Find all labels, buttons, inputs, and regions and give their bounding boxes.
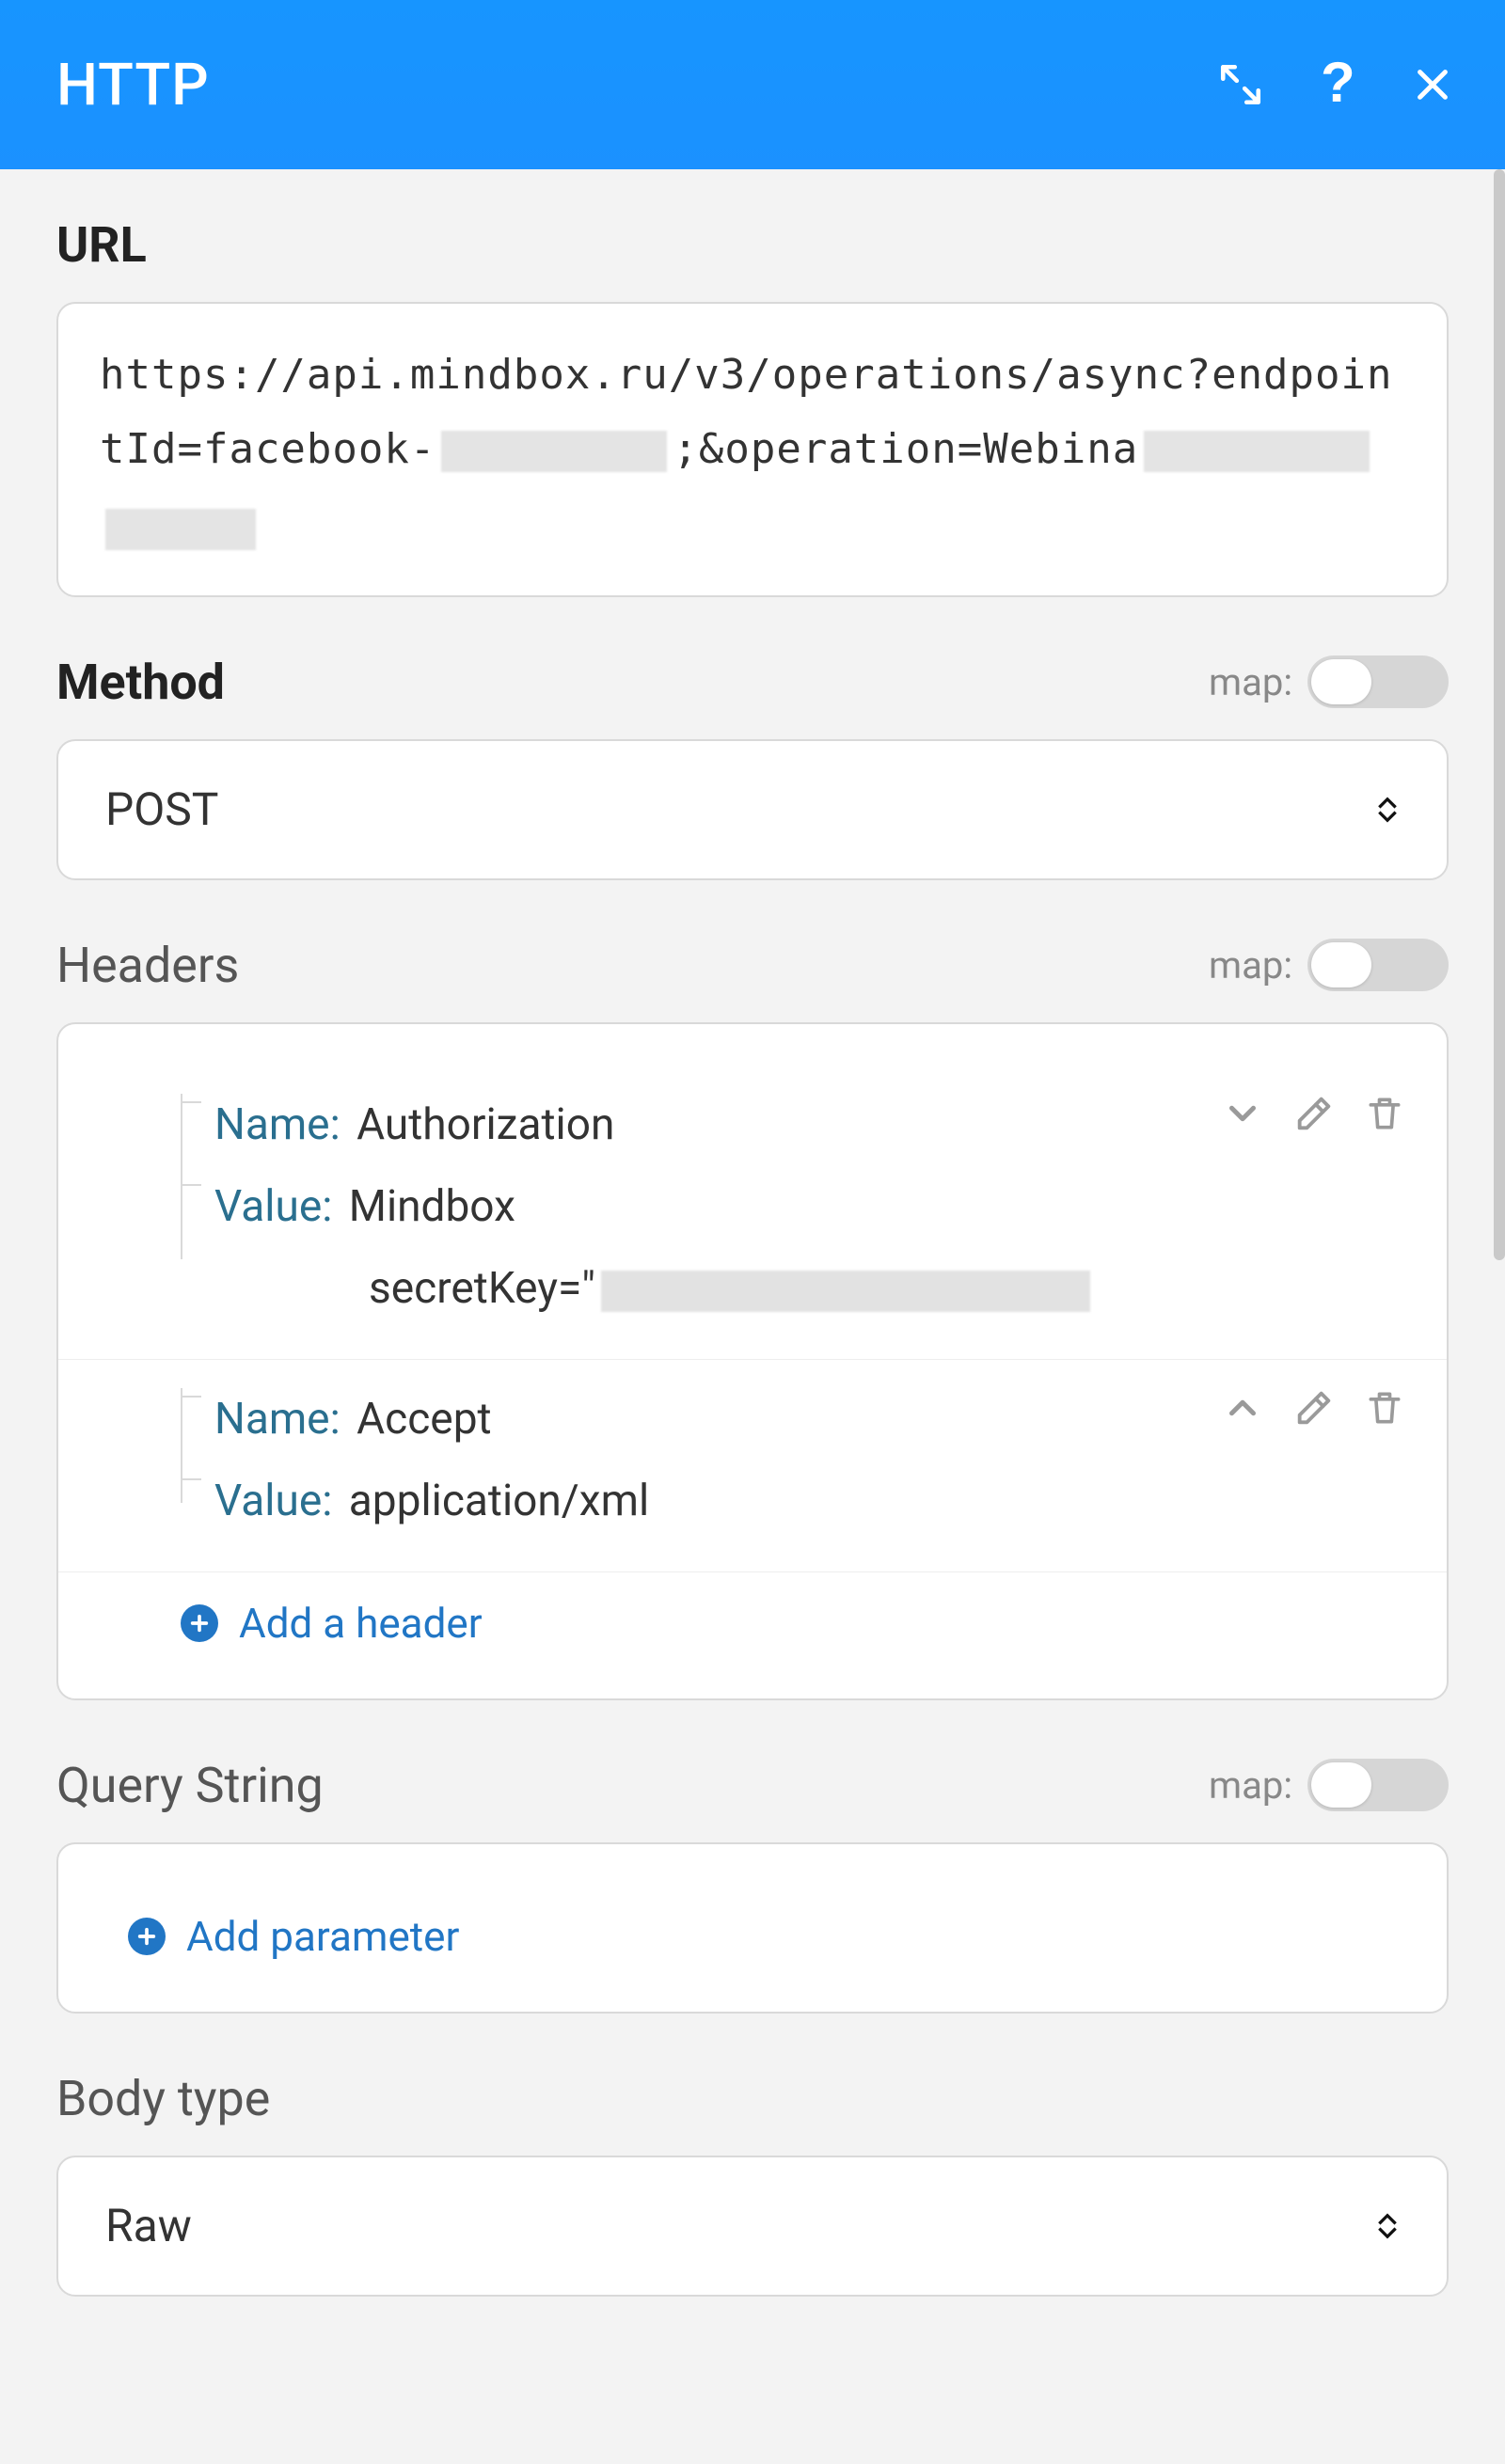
redacted-segment — [105, 509, 256, 550]
header-name-value: Authorization — [356, 1099, 614, 1150]
method-map-toggle[interactable] — [1307, 655, 1449, 708]
url-value: https://api.mindbox.ru/v3/operations/asy… — [100, 338, 1405, 561]
select-arrows-icon — [1375, 2212, 1400, 2240]
url-input[interactable]: https://api.mindbox.ru/v3/operations/asy… — [56, 302, 1449, 597]
header-name-value: Accept — [356, 1394, 491, 1445]
modal-body: URL https://api.mindbox.ru/v3/operations… — [0, 169, 1505, 2353]
header-value-value: application/xml — [349, 1476, 649, 1526]
map-label: map: — [1209, 943, 1292, 987]
body-type-select-value: Raw — [105, 2199, 192, 2252]
edit-icon[interactable] — [1292, 1386, 1336, 1429]
add-parameter-link[interactable]: Add parameter — [58, 1886, 1447, 1970]
modal-header-actions: ? — [1217, 56, 1454, 113]
trash-icon[interactable] — [1364, 1386, 1405, 1429]
method-map-toggle-wrap: map: — [1209, 655, 1449, 708]
redacted-segment — [441, 431, 667, 472]
header-item: Name: Authorization Value: Mindbox secre… — [58, 1066, 1447, 1360]
query-map-toggle-wrap: map: — [1209, 1759, 1449, 1811]
modal-header: HTTP ? — [0, 0, 1505, 169]
help-icon[interactable]: ? — [1315, 56, 1360, 113]
headers-map-toggle-wrap: map: — [1209, 939, 1449, 991]
header-name-label: Name: — [214, 1394, 341, 1445]
method-select-value: POST — [105, 782, 218, 836]
header-item-actions — [1221, 1084, 1405, 1135]
header-value-value: Mindbox — [349, 1181, 515, 1232]
header-value-label: Value: — [214, 1476, 332, 1526]
chevron-down-icon[interactable] — [1221, 1092, 1264, 1135]
method-select[interactable]: POST — [56, 739, 1449, 880]
trash-icon[interactable] — [1364, 1092, 1405, 1135]
expand-icon[interactable] — [1217, 61, 1264, 108]
query-string-label: Query String — [56, 1757, 324, 1814]
header-name-label: Name: — [214, 1099, 341, 1150]
body-type-label: Body type — [56, 2070, 270, 2127]
edit-icon[interactable] — [1292, 1092, 1336, 1135]
redacted-segment — [601, 1271, 1090, 1312]
modal-title: HTTP — [56, 51, 210, 119]
svg-text:?: ? — [1321, 56, 1355, 113]
body-type-select[interactable]: Raw — [56, 2156, 1449, 2297]
add-parameter-label: Add parameter — [186, 1912, 459, 1961]
header-item-actions — [1221, 1379, 1405, 1429]
add-header-label: Add a header — [239, 1599, 483, 1648]
select-arrows-icon — [1375, 796, 1400, 824]
header-value-cont: secretKey=" — [369, 1263, 595, 1314]
plus-circle-icon — [128, 1918, 166, 1955]
map-label: map: — [1209, 1763, 1292, 1808]
headers-map-toggle[interactable] — [1307, 939, 1449, 991]
http-module-modal: HTTP ? URL https://api — [0, 0, 1505, 2353]
query-string-card: Add parameter — [56, 1842, 1449, 2014]
redacted-segment — [1144, 431, 1370, 472]
method-label: Method — [56, 654, 225, 711]
url-label: URL — [56, 216, 1449, 274]
close-icon[interactable] — [1411, 63, 1454, 106]
plus-circle-icon — [181, 1604, 218, 1642]
map-label: map: — [1209, 660, 1292, 704]
scrollbar[interactable] — [1494, 169, 1505, 1260]
chevron-up-icon[interactable] — [1221, 1386, 1264, 1429]
add-header-link[interactable]: Add a header — [58, 1572, 1447, 1657]
headers-label: Headers — [56, 937, 239, 994]
headers-card: Name: Authorization Value: Mindbox secre… — [56, 1022, 1449, 1700]
header-item: Name: Accept Value: application/xml — [58, 1360, 1447, 1572]
query-map-toggle[interactable] — [1307, 1759, 1449, 1811]
header-value-label: Value: — [214, 1181, 332, 1232]
